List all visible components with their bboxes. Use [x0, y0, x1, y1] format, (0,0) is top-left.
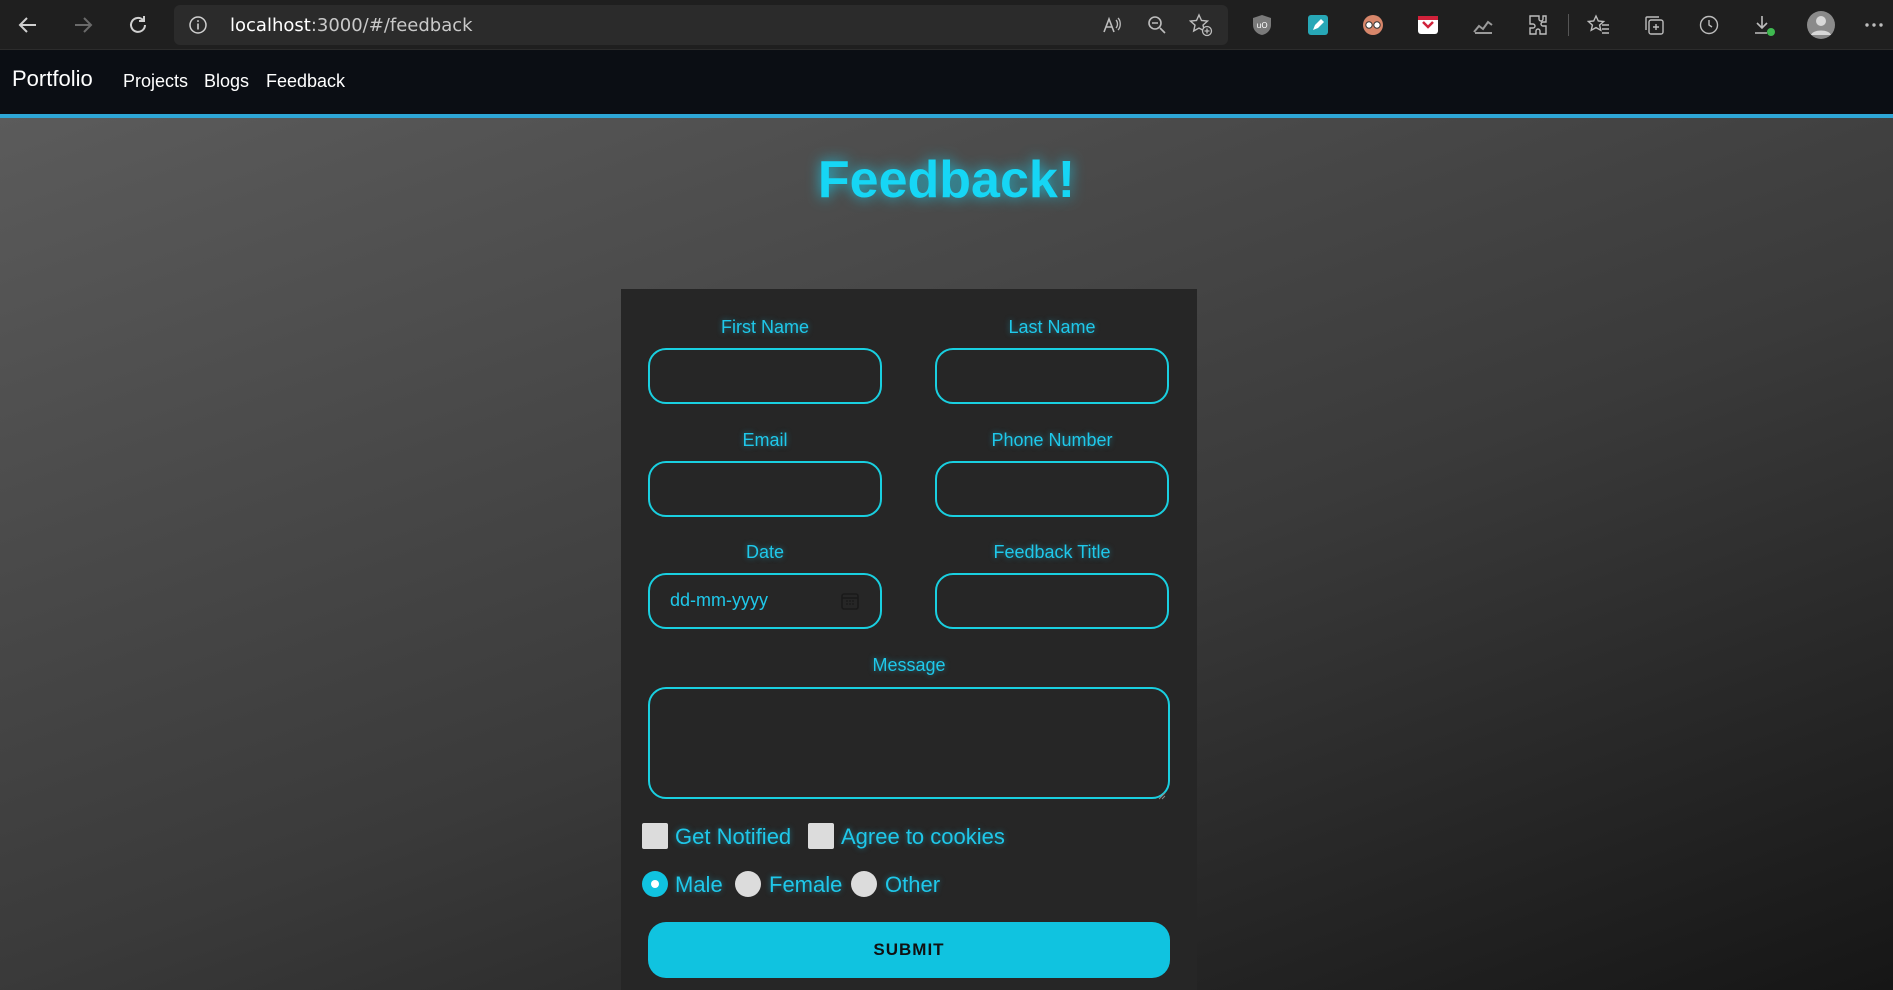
female-label[interactable]: Female: [769, 872, 842, 898]
get-notified-label[interactable]: Get Notified: [675, 824, 791, 850]
male-radio[interactable]: [642, 871, 668, 897]
resize-handle-icon[interactable]: [1156, 785, 1166, 800]
address-bar[interactable]: localhost:3000/#/feedback: [174, 5, 1228, 45]
date-input[interactable]: dd-mm-yyyy: [648, 573, 882, 629]
pocket-icon[interactable]: [1415, 12, 1441, 38]
last-name-label: Last Name: [1008, 317, 1096, 337]
last-name-input[interactable]: [935, 348, 1169, 404]
agree-cookies-label[interactable]: Agree to cookies: [841, 824, 1005, 850]
message-textarea[interactable]: [648, 687, 1170, 800]
add-favorite-icon[interactable]: [1189, 13, 1213, 37]
agree-cookies-checkbox[interactable]: [808, 823, 834, 849]
phone-input[interactable]: [935, 461, 1169, 517]
collections-icon[interactable]: [1641, 12, 1667, 38]
date-label: Date: [745, 542, 785, 562]
first-name-label: First Name: [720, 317, 809, 337]
feedback-form: First Name Last Name Email Phone Number …: [621, 289, 1197, 990]
date-placeholder: dd-mm-yyyy: [670, 590, 768, 610]
page-title: Feedback!: [817, 151, 1076, 209]
nav-link-blogs[interactable]: Blogs: [204, 71, 249, 92]
history-icon[interactable]: [1696, 12, 1722, 38]
back-icon[interactable]: [12, 9, 44, 41]
svg-text:uO: uO: [1256, 21, 1267, 30]
nav-link-feedback[interactable]: Feedback: [266, 71, 345, 92]
info-icon[interactable]: [188, 15, 208, 35]
url-text[interactable]: localhost:3000/#/feedback: [230, 15, 473, 36]
forward-icon[interactable]: [67, 9, 99, 41]
brand-link[interactable]: Portfolio: [12, 66, 93, 92]
first-name-input[interactable]: [648, 348, 882, 404]
url-host: localhost: [230, 15, 311, 36]
other-radio[interactable]: [851, 871, 877, 897]
submit-button[interactable]: SUBMIT: [648, 922, 1170, 978]
more-icon[interactable]: [1861, 12, 1887, 38]
toolbar-separator: [1568, 14, 1569, 36]
email-input[interactable]: [648, 461, 882, 517]
extensions-icon[interactable]: [1525, 12, 1551, 38]
nav-link-projects[interactable]: Projects: [123, 71, 188, 92]
profile-icon[interactable]: [1806, 10, 1836, 40]
female-radio[interactable]: [735, 871, 761, 897]
glasses-icon[interactable]: [1360, 12, 1386, 38]
site-navbar: Portfolio Projects Blogs Feedback: [0, 50, 1893, 118]
favorites-icon[interactable]: [1586, 12, 1612, 38]
calendar-icon[interactable]: [840, 591, 860, 611]
ublock-icon[interactable]: uO: [1249, 12, 1275, 38]
male-label[interactable]: Male: [675, 872, 723, 898]
zoom-out-icon[interactable]: [1145, 13, 1169, 37]
browser-toolbar: localhost:3000/#/feedback uO: [0, 0, 1893, 50]
other-label[interactable]: Other: [885, 872, 940, 898]
feedback-title-label: Feedback Title: [993, 542, 1111, 562]
read-aloud-icon[interactable]: [1100, 13, 1124, 37]
phone-label: Phone Number: [991, 430, 1113, 450]
url-path: :3000/#/feedback: [310, 15, 473, 36]
feedback-title-input[interactable]: [935, 573, 1169, 629]
email-label: Email: [742, 430, 788, 450]
refresh-icon[interactable]: [122, 9, 154, 41]
stats-icon[interactable]: [1470, 12, 1496, 38]
message-label: Message: [872, 655, 946, 675]
pen-icon[interactable]: [1305, 12, 1331, 38]
get-notified-checkbox[interactable]: [642, 823, 668, 849]
downloads-icon[interactable]: [1751, 12, 1777, 38]
page-content: Feedback! First Name Last Name Email Pho…: [0, 118, 1893, 990]
